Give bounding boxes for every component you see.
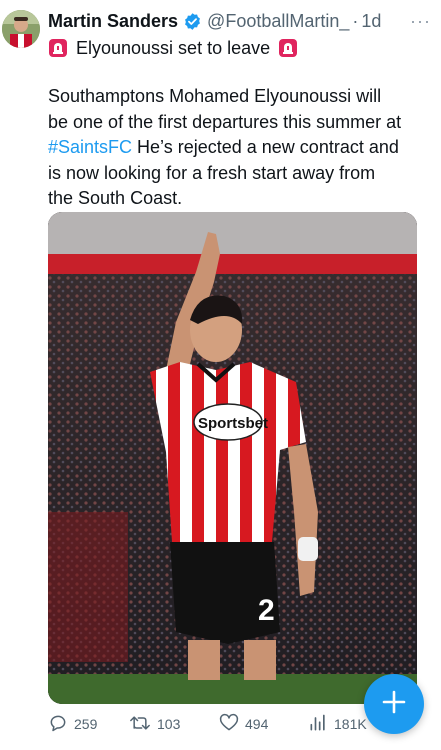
separator-dot: · <box>352 10 359 31</box>
tweet[interactable]: Martin Sanders @FootballMartin_ · 1d ···… <box>0 0 441 750</box>
reply-button[interactable]: 259 <box>48 713 129 736</box>
reply-icon <box>48 713 68 736</box>
views-button[interactable]: 181K <box>308 713 367 736</box>
hashtag-link[interactable]: #SaintsFC <box>48 137 132 157</box>
body-line: is now looking for a fresh start away fr… <box>48 162 376 183</box>
tweet-photo[interactable]: Sportsbet 2 <box>48 212 417 704</box>
sponsor-logo: Sportsbet <box>198 415 268 432</box>
body-line: Southamptons Mohamed Elyounoussi will <box>48 86 382 106</box>
retweet-icon <box>129 713 151 736</box>
body-line: He’s rejected a new contract and <box>132 137 399 157</box>
avatar[interactable] <box>2 10 40 48</box>
retweet-button[interactable]: 103 <box>129 713 219 736</box>
compose-button[interactable] <box>364 674 424 734</box>
siren-icon <box>278 38 298 58</box>
retweet-count: 103 <box>157 716 181 732</box>
tweet-header: Martin Sanders @FootballMartin_ · 1d ··· <box>48 10 431 32</box>
views-count: 181K <box>334 716 367 732</box>
tweet-actions: 259 103 494 181K <box>48 712 421 736</box>
like-button[interactable]: 494 <box>219 713 308 736</box>
compose-plus-icon <box>381 689 407 720</box>
reply-count: 259 <box>74 716 98 732</box>
views-chart-icon <box>308 713 328 736</box>
more-options-icon[interactable]: ··· <box>410 11 431 32</box>
tweet-headline: Elyounoussi set to leave <box>48 36 298 60</box>
verified-badge-icon <box>183 12 202 31</box>
siren-icon <box>48 38 68 58</box>
like-count: 494 <box>245 716 269 732</box>
body-line: the South Coast. <box>48 188 183 208</box>
author-name[interactable]: Martin Sanders <box>48 11 178 32</box>
headline-text: Elyounoussi set to leave <box>76 37 271 58</box>
tweet-timestamp[interactable]: 1d <box>361 11 381 32</box>
shirt-number: 2 <box>258 594 275 627</box>
tweet-body: Southamptons Mohamed Elyounoussi will be… <box>48 84 433 212</box>
heart-icon <box>219 713 239 736</box>
author-handle[interactable]: @FootballMartin_ <box>207 11 349 32</box>
body-line: be one of the first departures this summ… <box>48 111 402 132</box>
